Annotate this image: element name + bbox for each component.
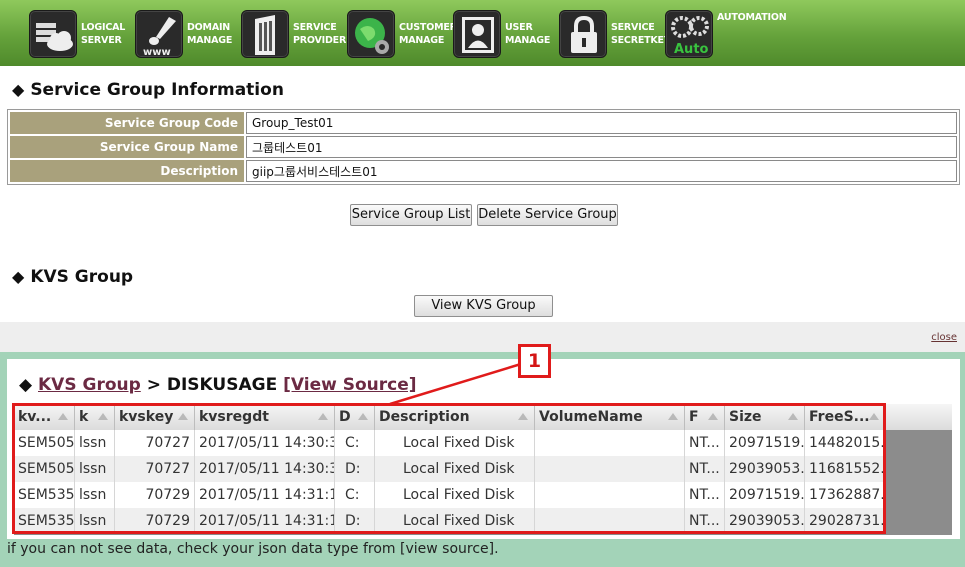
globe-gear-icon bbox=[347, 10, 395, 58]
top-navigation-bar: LOGICAL SERVER www DOMAIN MANAGE SERVICE… bbox=[0, 0, 965, 66]
nav-automation[interactable]: Auto AUTOMATION bbox=[665, 10, 787, 58]
building-icon bbox=[241, 10, 289, 58]
info-row: Service Group Name 그룹테스트01 bbox=[10, 136, 957, 158]
nav-label-line2: MANAGE bbox=[505, 35, 551, 46]
info-label: Description bbox=[10, 160, 244, 182]
nav-label-line2: SERVER bbox=[81, 35, 122, 46]
nav-label-line1: USER bbox=[505, 22, 533, 33]
info-value: Group_Test01 bbox=[246, 112, 957, 134]
user-portrait-icon bbox=[453, 10, 501, 58]
nav-label-line2: SECRETKEY bbox=[611, 35, 671, 46]
www-brush-icon: www bbox=[135, 10, 183, 58]
breadcrumb-separator: > bbox=[146, 375, 161, 395]
service-group-info-table: Service Group Code Group_Test01 Service … bbox=[7, 109, 960, 185]
close-link[interactable]: close bbox=[931, 332, 957, 343]
nav-customer-manage[interactable]: CUSTOMER MANAGE bbox=[347, 10, 457, 58]
info-label: Service Group Name bbox=[10, 136, 244, 158]
info-row: Description giip그룹서비스테스트01 bbox=[10, 160, 957, 182]
nav-label-line1: SERVICE bbox=[293, 22, 337, 33]
diamond-bullet-icon: ◆ bbox=[12, 80, 25, 99]
info-value: 그룹테스트01 bbox=[246, 136, 957, 158]
highlight-box bbox=[12, 403, 886, 534]
panel-toolbar: close bbox=[0, 322, 965, 352]
footnote-text: if you can not see data, check your json… bbox=[7, 541, 499, 557]
info-label: Service Group Code bbox=[10, 112, 244, 134]
kvs-group-heading: ◆ KVS Group bbox=[12, 267, 134, 287]
automation-badge: Auto bbox=[674, 42, 709, 57]
gears-auto-icon: Auto bbox=[665, 10, 713, 58]
breadcrumb: ◆ KVS Group > DISKUSAGE [View Source] bbox=[19, 375, 417, 395]
nav-user-manage[interactable]: USER MANAGE bbox=[453, 10, 559, 58]
callout-number: 1 bbox=[518, 344, 551, 378]
svg-text:www: www bbox=[143, 47, 171, 58]
nav-service-secretkey[interactable]: SERVICE SECRETKEY bbox=[559, 10, 671, 58]
nav-label-line2: PROVIDER bbox=[293, 35, 347, 46]
diamond-bullet-icon: ◆ bbox=[12, 267, 25, 286]
nav-label-line1: LOGICAL bbox=[81, 22, 126, 33]
server-cloud-icon bbox=[29, 10, 77, 58]
nav-logical-server[interactable]: LOGICAL SERVER bbox=[29, 10, 135, 58]
view-kvs-group-button[interactable]: View KVS Group bbox=[414, 295, 553, 317]
nav-label-line2: MANAGE bbox=[187, 35, 233, 46]
nav-service-provider[interactable]: SERVICE PROVIDER bbox=[241, 10, 347, 58]
diamond-bullet-icon: ◆ bbox=[19, 375, 38, 395]
service-group-heading: ◆ Service Group Information bbox=[12, 80, 284, 100]
view-source-link[interactable]: [View Source] bbox=[283, 375, 416, 395]
breadcrumb-kvs-group-link[interactable]: KVS Group bbox=[38, 375, 141, 395]
delete-service-group-button[interactable]: Delete Service Group bbox=[477, 204, 618, 226]
info-value: giip그룹서비스테스트01 bbox=[246, 160, 957, 182]
nav-domain-manage[interactable]: www DOMAIN MANAGE bbox=[135, 10, 241, 58]
nav-label-line1: AUTOMATION bbox=[717, 12, 787, 23]
breadcrumb-current: DISKUSAGE bbox=[166, 375, 278, 395]
info-row: Service Group Code Group_Test01 bbox=[10, 112, 957, 134]
service-group-list-button[interactable]: Service Group List bbox=[350, 204, 472, 226]
padlock-icon bbox=[559, 10, 607, 58]
nav-label-line1: SERVICE bbox=[611, 22, 655, 33]
nav-label-line1: DOMAIN bbox=[187, 22, 231, 33]
nav-label-line2: MANAGE bbox=[399, 35, 445, 46]
nav-label-line1: CUSTOMER bbox=[399, 22, 457, 33]
